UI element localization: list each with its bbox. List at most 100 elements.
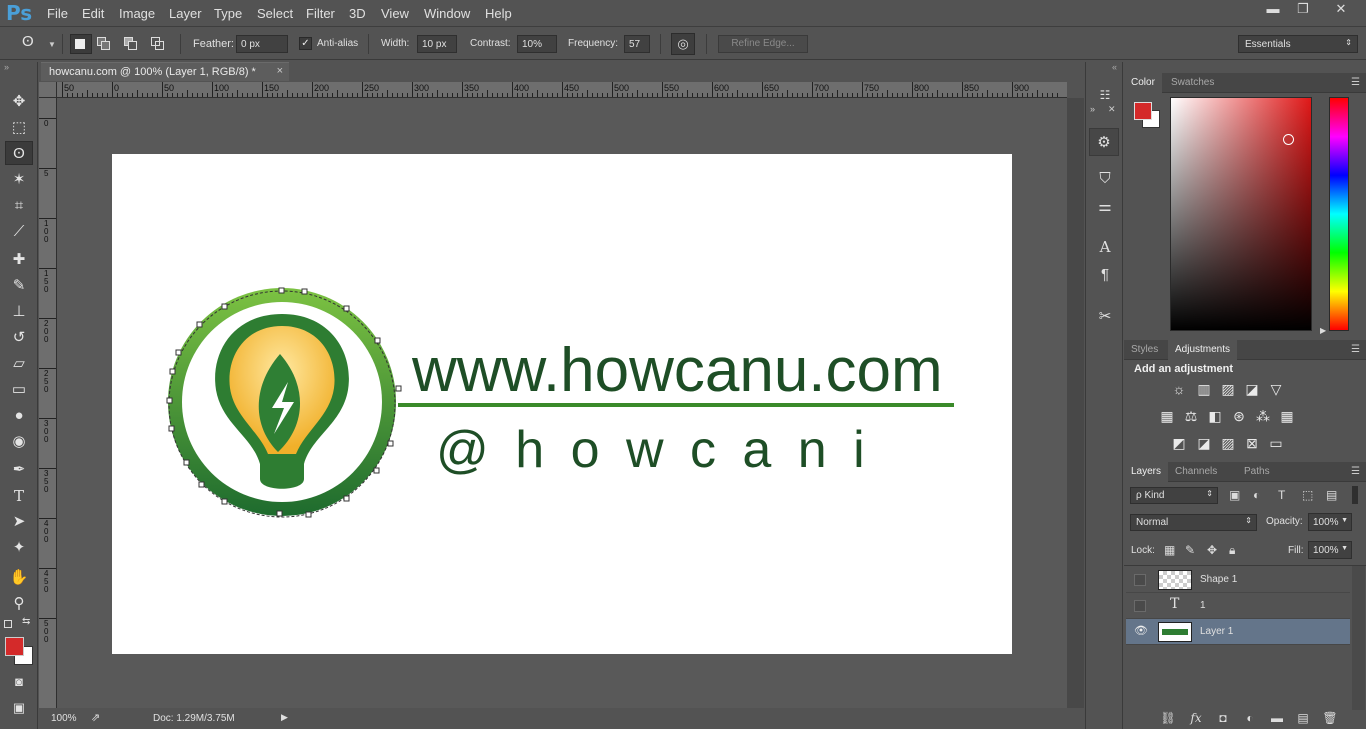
- width-input[interactable]: 10 px: [417, 35, 457, 53]
- antialias-checkbox[interactable]: ✓: [299, 37, 312, 50]
- layer-row[interactable]: T 1: [1126, 593, 1350, 619]
- hue-slider[interactable]: [1329, 97, 1349, 331]
- color-panel-foreground-swatch[interactable]: [1134, 102, 1152, 120]
- menu-filter[interactable]: Filter: [306, 6, 335, 21]
- tab-paths[interactable]: Paths: [1237, 462, 1277, 482]
- delete-layer-icon[interactable]: 🗑︎: [1321, 711, 1339, 725]
- pen-tool-icon[interactable]: ✒: [5, 458, 33, 482]
- vibrance-icon[interactable]: ▽: [1266, 379, 1286, 399]
- brush-tool-icon[interactable]: ✎: [5, 274, 33, 298]
- tool-presets-icon[interactable]: ✂: [1093, 306, 1117, 328]
- posterize-icon[interactable]: ◪: [1194, 433, 1214, 453]
- character-panel-icon[interactable]: A: [1093, 236, 1117, 258]
- tab-color[interactable]: Color: [1124, 73, 1162, 93]
- menu-window[interactable]: Window: [424, 6, 470, 21]
- tab-styles[interactable]: Styles: [1124, 340, 1165, 360]
- paragraph-panel-icon[interactable]: ¶: [1093, 264, 1117, 286]
- exposure-icon[interactable]: ◪: [1242, 379, 1262, 399]
- menu-view[interactable]: View: [381, 6, 409, 21]
- workspace-select[interactable]: Essentials ⇕: [1238, 35, 1358, 53]
- new-group-icon[interactable]: ▬: [1268, 711, 1286, 725]
- add-selection-icon[interactable]: [97, 37, 111, 51]
- opacity-input[interactable]: 100% ▼: [1308, 513, 1352, 531]
- lock-all-icon[interactable]: 🔒︎: [1229, 543, 1235, 558]
- color-field[interactable]: [1170, 97, 1312, 331]
- swap-colors-icon[interactable]: ⇆: [22, 616, 30, 627]
- pen-pressure-icon[interactable]: ◎: [671, 33, 695, 55]
- path-selection-tool-icon[interactable]: ➤: [5, 510, 33, 534]
- contrast-input[interactable]: 10%: [517, 35, 557, 53]
- color-lookup-icon[interactable]: ▦: [1277, 406, 1297, 426]
- brush-presets-icon[interactable]: ⛉: [1093, 168, 1117, 190]
- gradient-map-icon[interactable]: ▭: [1266, 433, 1286, 453]
- feather-input[interactable]: 0 px: [236, 35, 288, 53]
- clone-stamp-tool-icon[interactable]: ⊥: [5, 300, 33, 324]
- tab-channels[interactable]: Channels: [1168, 462, 1224, 482]
- threshold-icon[interactable]: ▨: [1218, 433, 1238, 453]
- horizontal-ruler[interactable]: 50 0 50 100 150 200 250 300 350 400 450 500 550 600 65…: [57, 82, 1067, 98]
- filter-type-icon[interactable]: T: [1278, 488, 1285, 502]
- shape-tool-icon[interactable]: ✦: [5, 536, 33, 560]
- chevron-down-icon[interactable]: ▼: [48, 40, 56, 49]
- expand-icon[interactable]: »: [1090, 104, 1095, 114]
- eye-icon[interactable]: 👁︎: [1134, 626, 1148, 638]
- history-brush-tool-icon[interactable]: ↺: [5, 326, 33, 350]
- vertical-scrollbar[interactable]: [1067, 98, 1084, 708]
- layer-filter-select[interactable]: ρ Kind ⇕: [1130, 487, 1218, 504]
- menu-file[interactable]: File: [47, 6, 68, 21]
- panel-menu-icon[interactable]: ☰: [1351, 466, 1360, 477]
- visibility-toggle[interactable]: [1134, 574, 1146, 586]
- default-colors-icon[interactable]: [4, 620, 12, 628]
- export-icon[interactable]: ⇗: [91, 711, 100, 724]
- minimize-button[interactable]: ▬: [1258, 0, 1288, 18]
- invert-icon[interactable]: ◩: [1169, 433, 1189, 453]
- menu-edit[interactable]: Edit: [82, 6, 104, 21]
- add-mask-icon[interactable]: ◘: [1214, 711, 1232, 725]
- lasso-tool-icon[interactable]: ʘ: [5, 141, 33, 165]
- document-canvas[interactable]: www.howcanu.com @ h o w c a n i: [112, 154, 1012, 654]
- tab-layers[interactable]: Layers: [1124, 462, 1169, 482]
- menu-image[interactable]: Image: [119, 6, 155, 21]
- eyedropper-tool-icon[interactable]: ⟋: [5, 220, 33, 244]
- curves-icon[interactable]: ▨: [1218, 379, 1238, 399]
- brightness-contrast-icon[interactable]: ☼: [1169, 379, 1189, 399]
- filter-pixel-icon[interactable]: ▣: [1229, 488, 1240, 502]
- new-layer-icon[interactable]: ▤: [1294, 711, 1312, 725]
- link-layers-icon[interactable]: ⛓: [1159, 711, 1177, 725]
- document-tab[interactable]: howcanu.com @ 100% (Layer 1, RGB/8) * ×: [41, 62, 289, 81]
- filter-adjustment-icon[interactable]: ◐: [1253, 488, 1260, 502]
- filter-toggle[interactable]: [1352, 486, 1358, 504]
- color-balance-icon[interactable]: ⚖: [1181, 406, 1201, 426]
- hue-slider-arrow-icon[interactable]: ▶: [1320, 326, 1326, 335]
- panel-menu-icon[interactable]: ☰: [1351, 344, 1360, 355]
- properties-panel-icon[interactable]: ⚙: [1089, 128, 1119, 156]
- zoom-level[interactable]: 100%: [51, 713, 77, 724]
- layers-scrollbar[interactable]: [1352, 566, 1365, 710]
- healing-brush-tool-icon[interactable]: ✚: [5, 248, 33, 272]
- layer-style-icon[interactable]: fx: [1187, 711, 1205, 725]
- frequency-input[interactable]: 57: [624, 35, 650, 53]
- blur-tool-icon[interactable]: ●: [5, 404, 33, 428]
- visibility-toggle[interactable]: [1134, 600, 1146, 612]
- collapse-dock-icon[interactable]: «: [1112, 62, 1117, 72]
- close-dock-icon[interactable]: ✕: [1108, 104, 1116, 115]
- tab-swatches[interactable]: Swatches: [1164, 73, 1221, 93]
- dodge-tool-icon[interactable]: ◉: [5, 430, 33, 454]
- photo-filter-icon[interactable]: ⊛: [1229, 406, 1249, 426]
- move-tool-icon[interactable]: ✥: [5, 90, 33, 114]
- quick-mask-icon[interactable]: ◙: [5, 670, 33, 694]
- black-white-icon[interactable]: ◧: [1205, 406, 1225, 426]
- fill-input[interactable]: 100% ▼: [1308, 541, 1352, 559]
- panel-menu-icon[interactable]: ☰: [1351, 77, 1360, 88]
- new-selection-icon[interactable]: [70, 34, 92, 54]
- lock-transparent-icon[interactable]: ▦: [1164, 543, 1175, 557]
- marquee-tool-icon[interactable]: ⬚: [5, 116, 33, 140]
- brush-settings-icon[interactable]: ⚌: [1093, 196, 1117, 218]
- intersect-selection-icon[interactable]: [151, 37, 165, 51]
- lock-position-icon[interactable]: ✥: [1207, 543, 1217, 557]
- tab-adjustments[interactable]: Adjustments: [1168, 340, 1238, 360]
- levels-icon[interactable]: ▥: [1194, 379, 1214, 399]
- doc-size[interactable]: Doc: 1.29M/3.75M: [153, 713, 235, 724]
- filter-shape-icon[interactable]: ⬚: [1302, 488, 1313, 502]
- menu-select[interactable]: Select: [257, 6, 293, 21]
